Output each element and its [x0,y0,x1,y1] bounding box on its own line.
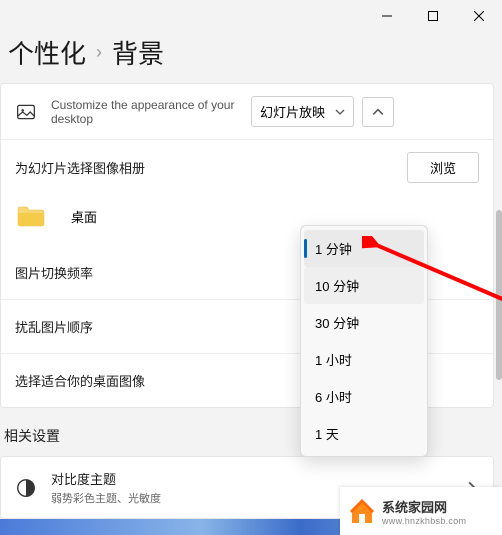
folder-icon [17,205,45,227]
watermark: 系统家园网 www.hnzkhbsb.com [340,487,502,535]
album-label: 为幻灯片选择图像相册 [15,158,407,177]
bg-mode-combobox[interactable]: 幻灯片放映 [251,96,354,127]
vertical-scrollbar[interactable] [496,40,502,500]
dropdown-option-1min[interactable]: 1 分钟 [304,230,424,267]
album-row: 为幻灯片选择图像相册 浏览 [1,139,493,195]
close-button[interactable] [456,0,502,32]
chevron-up-icon [372,106,384,118]
house-icon [348,497,376,525]
chevron-right-icon: › [96,42,102,63]
breadcrumb-current: 背景 [108,32,168,73]
personalize-bg-row: Customize the appearance of your desktop… [1,84,493,139]
interval-dropdown: 1 分钟 10 分钟 30 分钟 1 小时 6 小时 1 天 [300,225,428,457]
breadcrumb: 个性化 › 背景 [4,32,494,73]
personalize-bg-label: Customize the appearance of your desktop [51,98,251,126]
scrollbar-thumb[interactable] [496,210,502,380]
dropdown-option-1d[interactable]: 1 天 [301,415,427,452]
dropdown-option-10min[interactable]: 10 分钟 [304,267,424,304]
browse-button[interactable]: 浏览 [407,152,479,183]
bg-mode-value: 幻灯片放映 [260,102,325,121]
contrast-icon [15,477,37,499]
watermark-title: 系统家园网 [382,497,466,516]
collapse-button[interactable] [362,97,394,127]
breadcrumb-parent[interactable]: 个性化 [4,32,90,73]
contrast-title: 对比度主题 [51,469,465,488]
dropdown-option-1h[interactable]: 1 小时 [301,341,427,378]
maximize-button[interactable] [410,0,456,32]
window-titlebar [0,0,502,32]
watermark-url: www.hnzkhbsb.com [382,516,466,526]
folder-name: 桌面 [71,207,97,226]
chevron-down-icon [335,107,345,117]
header: 个性化 › 背景 [0,32,502,83]
image-icon [15,101,37,123]
dropdown-option-6h[interactable]: 6 小时 [301,378,427,415]
dropdown-option-30min[interactable]: 30 分钟 [301,304,427,341]
minimize-button[interactable] [364,0,410,32]
